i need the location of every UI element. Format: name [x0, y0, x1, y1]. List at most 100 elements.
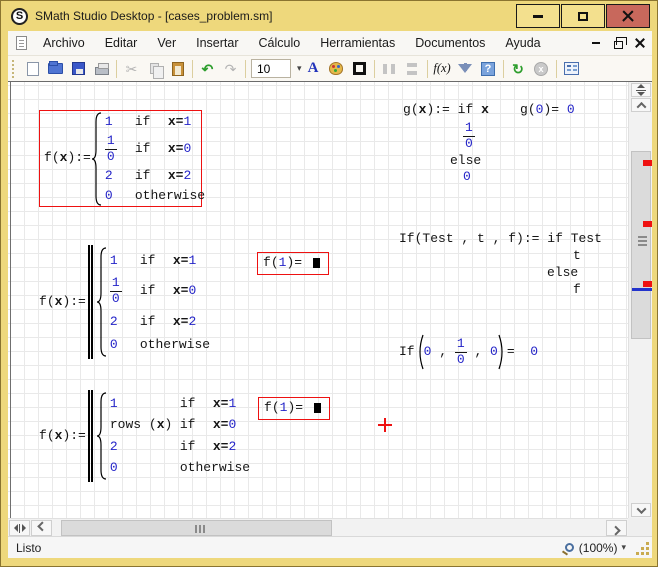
open-document-button[interactable]: [44, 58, 67, 80]
palette-icon: [329, 62, 343, 75]
menu-herramientas[interactable]: Herramientas: [310, 33, 405, 53]
toolbar-separator: [503, 60, 504, 78]
align-vertical-button: [401, 58, 424, 80]
case-row: 10 if x=0: [105, 132, 205, 166]
cases-rows: 1 if x=1 10 if x=0 2 if x=2: [105, 112, 205, 205]
program-double-bar: [88, 245, 93, 359]
border-button[interactable]: [348, 58, 371, 80]
toolbar-separator: [427, 60, 428, 78]
expression-g-definition[interactable]: g(x):= if x 10 else 0: [403, 103, 489, 185]
function-lhs: f(x):=: [44, 151, 91, 166]
font-size-value: 10: [257, 62, 270, 76]
maximize-button[interactable]: [561, 4, 605, 28]
insert-function-button[interactable]: f(x): [431, 58, 454, 80]
expression-f1-evaluation-error-2[interactable]: f(1)=: [258, 397, 330, 420]
case-row: 0 otherwise: [105, 187, 205, 205]
if-keyword: if: [180, 418, 213, 433]
menu-ayuda[interactable]: Ayuda: [495, 33, 550, 53]
function-name: If: [399, 345, 415, 360]
close-icon: [622, 10, 634, 22]
otherwise-keyword: otherwise: [135, 189, 205, 204]
close-icon: [635, 38, 645, 48]
case-row: 2 if x=2: [105, 166, 205, 187]
expression-g-evaluation[interactable]: g(0)= 0: [520, 103, 575, 118]
case-condition: x=0: [173, 284, 196, 299]
argument: 0 ,: [424, 345, 455, 360]
case-condition: x=1: [213, 397, 236, 412]
child-minimize-button[interactable]: [586, 34, 606, 52]
vertical-scroll-thumb[interactable]: [631, 151, 651, 339]
copy-icon: [150, 63, 159, 74]
zoom-control[interactable]: (100%) ▾: [565, 541, 626, 555]
expression-if-evaluation[interactable]: If 0 , 10 , 0 = 0: [399, 333, 538, 371]
insertion-cursor-cross[interactable]: [378, 418, 392, 432]
title-bar[interactable]: S SMath Studio Desktop - [cases_problem.…: [1, 1, 657, 31]
if-keyword: if: [140, 254, 173, 269]
scroll-up-button[interactable]: [631, 98, 651, 112]
scroll-right-button[interactable]: [606, 520, 627, 536]
g-def-line1: g(x):= if x: [403, 103, 489, 118]
new-document-button[interactable]: [21, 58, 44, 80]
menu-insertar[interactable]: Insertar: [186, 33, 248, 53]
minimize-button[interactable]: [516, 4, 560, 28]
resize-grip[interactable]: [636, 552, 639, 555]
vertical-scrollbar[interactable]: [628, 82, 652, 518]
menu-calculo[interactable]: Cálculo: [249, 33, 311, 53]
case-value: 0: [110, 461, 118, 476]
case-condition: x=0: [168, 142, 191, 157]
print-button[interactable]: [90, 58, 113, 80]
expression-if-definition[interactable]: If(Test , t , f):= if Test t else f: [399, 232, 602, 298]
case-value: 0: [110, 338, 118, 353]
horizontal-scrollbar[interactable]: [8, 518, 628, 536]
menu-ver[interactable]: Ver: [147, 33, 186, 53]
show-panels-button[interactable]: [560, 58, 583, 80]
paste-button[interactable]: [166, 58, 189, 80]
fraction: 10: [110, 276, 122, 307]
background-color-button[interactable]: [325, 58, 348, 80]
menu-bar: Archivo Editar Ver Insertar Cálculo Herr…: [8, 31, 652, 56]
document-icon[interactable]: [16, 36, 27, 50]
case-row: 2 if x=2: [110, 437, 250, 459]
reference-book-button[interactable]: ?: [477, 58, 500, 80]
worksheet-client: f(x):= 1 if x=1 10 if x=0: [8, 82, 652, 536]
case-condition: x=2: [173, 315, 196, 330]
scroll-left-button[interactable]: [31, 520, 52, 536]
child-restore-button[interactable]: [608, 34, 628, 52]
menu-documentos[interactable]: Documentos: [405, 33, 495, 53]
app-logo-icon[interactable]: S: [11, 8, 28, 25]
program-double-bar: [88, 390, 93, 482]
split-view-button-horizontal[interactable]: [9, 520, 30, 536]
case-value: 2: [105, 169, 113, 184]
save-button[interactable]: [67, 58, 90, 80]
cases-rows: 1 if x=1 10 if x=0 2 if x=2: [110, 249, 210, 355]
if-keyword: if: [135, 169, 168, 184]
else-keyword: else: [450, 154, 489, 169]
menu-archivo[interactable]: Archivo: [33, 33, 95, 53]
scissors-icon: ✂: [126, 62, 138, 76]
scroll-down-button[interactable]: [631, 503, 651, 517]
status-bar: Listo (100%) ▾: [8, 536, 652, 558]
menu-editar[interactable]: Editar: [95, 33, 148, 53]
font-color-button[interactable]: A: [302, 58, 325, 80]
otherwise-keyword: otherwise: [140, 338, 210, 353]
horizontal-scroll-thumb[interactable]: [61, 520, 332, 536]
font-color-icon: A: [308, 60, 319, 77]
expression-f-cases-boxed[interactable]: f(x):= 1 if x=1 10 if x=0: [39, 110, 202, 207]
if-def-else-value: f: [573, 283, 602, 298]
child-close-button[interactable]: [630, 34, 650, 52]
align-vertical-icon: [407, 63, 417, 75]
g-def-then: 10: [463, 121, 489, 152]
close-button[interactable]: [606, 4, 650, 28]
font-size-combo[interactable]: 10: [251, 59, 291, 78]
expression-f1-evaluation-error[interactable]: f(1)=: [257, 252, 329, 275]
filter-button[interactable]: [454, 58, 477, 80]
toolbar-drag-handle[interactable]: [12, 60, 17, 78]
recalculate-button[interactable]: ↻: [507, 58, 530, 80]
zoom-dropdown-icon[interactable]: ▾: [621, 542, 626, 553]
expression-f-cases-rows[interactable]: f(x):= 1 if x=1 rows (x) if x=0: [39, 390, 250, 482]
worksheet-canvas[interactable]: f(x):= 1 if x=1 10 if x=0: [8, 82, 628, 518]
undo-button[interactable]: ↶: [196, 58, 219, 80]
expression-f-cases-program[interactable]: f(x):= 1 if x=1 10 if x=0: [39, 245, 210, 359]
split-view-button[interactable]: [631, 83, 651, 97]
if-keyword: if: [140, 284, 173, 299]
